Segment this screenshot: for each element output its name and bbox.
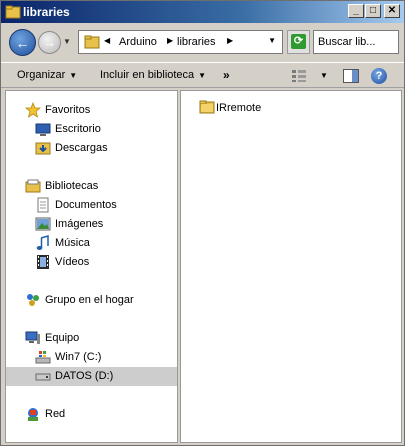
music-icon [36, 235, 49, 250]
breadcrumb-separator-icon[interactable]: ▶ [227, 36, 233, 45]
window-title: libraries [23, 5, 70, 19]
help-icon[interactable]: ? [371, 68, 387, 84]
nav-item-documents[interactable]: Documentos [6, 196, 177, 215]
breadcrumb-separator-icon[interactable]: ◀ [104, 36, 110, 45]
folder-icon [5, 5, 21, 19]
address-bar[interactable]: ◀ Arduino ▶ libraries ▶ ▼ [78, 30, 283, 54]
nav-item-desktop[interactable]: Escritorio [6, 120, 177, 139]
breadcrumb-arduino[interactable]: Arduino [119, 36, 157, 48]
forward-arrow-icon: → [43, 35, 56, 50]
nav-item-drive-c[interactable]: Win7 (C:) [6, 348, 177, 367]
nav-item-network[interactable]: Red [6, 405, 177, 424]
maximize-button[interactable]: □ [365, 4, 381, 18]
minimize-icon: _ [353, 5, 359, 16]
back-arrow-icon: ← [15, 35, 30, 51]
desktop-icon [35, 123, 51, 136]
nav-item-homegroup[interactable]: Grupo en el hogar [6, 291, 177, 310]
search-input[interactable]: Buscar lib... [313, 30, 399, 54]
maximize-icon: □ [369, 5, 377, 16]
folder-icon [199, 100, 215, 114]
computer-icon [25, 331, 40, 344]
libraries-icon [25, 179, 41, 193]
videos-icon [37, 255, 49, 269]
recent-pages-dropdown[interactable]: ▼ [63, 37, 73, 47]
nav-label: Equipo [45, 332, 80, 344]
nav-label: Vídeos [55, 256, 90, 268]
minimize-button[interactable]: _ [348, 4, 364, 18]
nav-label: Red [45, 408, 66, 420]
nav-item-computer[interactable]: Equipo [6, 329, 177, 348]
close-icon: ✕ [387, 5, 397, 16]
breadcrumb-separator-icon[interactable]: ▶ [167, 36, 173, 45]
windows-drive-icon [35, 351, 51, 364]
nav-label: DATOS (D:) [55, 370, 114, 382]
close-button[interactable]: ✕ [384, 4, 400, 18]
nav-item-favorites[interactable]: Favoritos [6, 101, 177, 120]
nav-item-music[interactable]: Música [6, 234, 177, 253]
nav-label: Grupo en el hogar [45, 294, 134, 306]
nav-item-libraries[interactable]: Bibliotecas [6, 177, 177, 196]
more-commands-button[interactable]: » [223, 68, 230, 82]
organize-label: Organizar [17, 69, 66, 81]
forward-button[interactable]: → [38, 31, 61, 54]
drive-icon [35, 373, 51, 381]
navigation-pane[interactable]: Favoritos Escritorio Descargas Bibliotec… [5, 90, 178, 443]
address-row: ← → ▼ ◀ Arduino ▶ libraries ▶ ▼ ⟳ Buscar… [1, 23, 404, 61]
star-icon [25, 102, 41, 118]
chevron-down-icon: ▼ [69, 71, 78, 80]
nav-item-downloads[interactable]: Descargas [6, 139, 177, 158]
explorer-window: libraries _ □ ✕ ← → ▼ ◀ Arduino ▶ librar… [0, 0, 405, 446]
include-label: Incluir en biblioteca [100, 69, 195, 81]
include-in-library-button[interactable]: Incluir en biblioteca ▼ [100, 69, 206, 81]
nav-label: Música [55, 237, 90, 249]
nav-item-pictures[interactable]: Imágenes [6, 215, 177, 234]
back-button[interactable]: ← [9, 29, 36, 56]
nav-item-videos[interactable]: Vídeos [6, 253, 177, 272]
view-options-dropdown-icon[interactable]: ▼ [320, 71, 328, 80]
pictures-icon [35, 217, 51, 231]
file-list[interactable]: IRremote [180, 90, 402, 443]
preview-pane-icon[interactable] [343, 69, 359, 83]
nav-label: Imágenes [55, 218, 104, 230]
refresh-button[interactable]: ⟳ [287, 30, 310, 54]
address-dropdown-icon[interactable]: ▼ [268, 36, 276, 45]
nav-label: Win7 (C:) [55, 351, 102, 363]
nav-label: Escritorio [55, 123, 101, 135]
change-view-icon[interactable] [291, 69, 307, 83]
file-name: IRremote [216, 102, 262, 114]
title-bar[interactable]: libraries _ □ ✕ [1, 1, 404, 23]
documents-icon [37, 197, 49, 213]
nav-item-drive-d[interactable]: DATOS (D:) [6, 367, 177, 386]
breadcrumb-libraries[interactable]: libraries [177, 36, 216, 48]
nav-label: Descargas [55, 142, 108, 154]
nav-label: Favoritos [45, 104, 91, 116]
folder-icon [84, 35, 100, 49]
network-icon [28, 408, 38, 421]
nav-label: Bibliotecas [45, 180, 99, 192]
chevron-down-icon: ▼ [198, 71, 207, 80]
organize-button[interactable]: Organizar ▼ [17, 69, 77, 81]
nav-label: Documentos [55, 199, 117, 211]
command-bar: Organizar ▼ Incluir en biblioteca ▼ » ▼ ? [1, 62, 404, 88]
refresh-icon: ⟳ [291, 34, 306, 49]
downloads-folder-icon [35, 142, 51, 155]
homegroup-icon [27, 294, 39, 306]
